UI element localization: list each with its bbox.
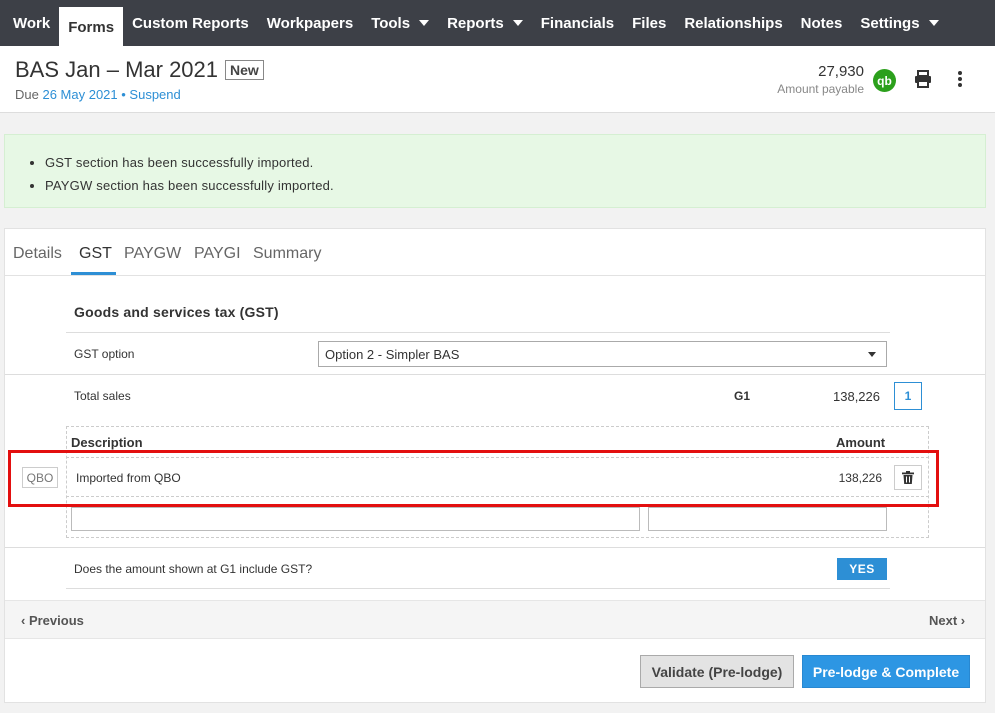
next-button[interactable]: Next › [929, 613, 965, 628]
divider [5, 547, 985, 548]
section-title: Goods and services tax (GST) [74, 304, 279, 320]
top-nav: Work Forms Custom Reports Workpapers Too… [0, 0, 995, 47]
nav-item-notes[interactable]: Notes [792, 0, 852, 46]
nav-item-workpapers[interactable]: Workpapers [258, 0, 362, 46]
suspend-link[interactable]: Suspend [129, 87, 180, 102]
alert-message: PAYGW section has been successfully impo… [45, 174, 985, 197]
chevron-down-icon [928, 20, 939, 26]
new-amount-input[interactable] [648, 507, 887, 531]
due-prefix: Due [15, 87, 43, 102]
previous-button[interactable]: ‹ Previous [21, 613, 84, 628]
amount-payable: 27,930 Amount payable [777, 63, 864, 96]
chevron-right-icon: › [957, 613, 966, 628]
chevron-down-icon [868, 352, 876, 357]
g1-amount: 138,226 [833, 389, 880, 404]
divider [66, 588, 890, 589]
column-header-amount: Amount [836, 435, 886, 450]
new-description-input[interactable] [71, 507, 640, 531]
gst-option-value: Option 2 - Simpler BAS [325, 347, 460, 362]
page-title: BAS Jan – Mar 2021 [15, 57, 219, 82]
tab-paygi[interactable]: PAYGI [194, 245, 241, 263]
chevron-down-icon [419, 20, 430, 26]
due-row: Due 26 May 2021 • Suspend [15, 87, 181, 102]
highlight-outline [8, 450, 939, 507]
amount-value: 27,930 [818, 63, 864, 80]
status-badge: New [225, 60, 264, 80]
active-tab-indicator [71, 272, 116, 275]
tab-summary[interactable]: Summary [253, 245, 321, 263]
alert-message: GST section has been successfully import… [45, 151, 985, 174]
due-date-link[interactable]: 26 May 2021 [42, 87, 117, 102]
g1-code: G1 [734, 389, 751, 403]
nav-item-forms[interactable]: Forms [59, 7, 124, 47]
divider [5, 374, 985, 375]
title-row: BAS Jan – Mar 2021 New [15, 57, 264, 83]
tab-gst[interactable]: GST [79, 245, 112, 263]
g1-entries-count-button[interactable]: 1 [894, 382, 922, 410]
gst-included-toggle[interactable]: YES [837, 558, 887, 580]
due-separator: • [117, 87, 130, 102]
column-header-description: Description [71, 435, 143, 450]
more-options-icon[interactable] [950, 69, 970, 89]
pager: ‹ Previous Next › [5, 600, 985, 639]
print-icon[interactable] [913, 69, 933, 89]
nav-item-work[interactable]: Work [0, 0, 59, 46]
validate-prelodge-button[interactable]: Validate (Pre-lodge) [640, 655, 794, 688]
nav-item-settings[interactable]: Settings [851, 0, 947, 46]
gst-included-question: Does the amount shown at G1 include GST? [74, 562, 313, 576]
tab-details[interactable]: Details [13, 245, 62, 263]
success-alert: GST section has been successfully import… [4, 134, 986, 208]
prelodge-complete-button[interactable]: Pre-lodge & Complete [802, 655, 970, 688]
nav-item-reports[interactable]: Reports [438, 0, 532, 46]
tab-bar: Details GST PAYGW PAYGI Summary [5, 229, 985, 276]
chevron-left-icon: ‹ [21, 613, 29, 628]
nav-item-custom-reports[interactable]: Custom Reports [123, 0, 258, 46]
page-header: BAS Jan – Mar 2021 New Due 26 May 2021 •… [0, 46, 995, 113]
total-sales-label: Total sales [74, 389, 131, 403]
nav-item-relationships[interactable]: Relationships [675, 0, 791, 46]
gst-option-select[interactable]: Option 2 - Simpler BAS [318, 341, 887, 367]
nav-item-files[interactable]: Files [623, 0, 675, 46]
nav-item-tools[interactable]: Tools [362, 0, 438, 46]
chevron-down-icon [512, 20, 523, 26]
bas-form-card: Details GST PAYGW PAYGI Summary Goods an… [4, 228, 986, 703]
tab-paygw[interactable]: PAYGW [124, 245, 181, 263]
gst-option-label: GST option [74, 347, 135, 361]
amount-label: Amount payable [777, 82, 864, 96]
divider [66, 332, 890, 333]
nav-item-financials[interactable]: Financials [532, 0, 623, 46]
quickbooks-icon[interactable]: qb [873, 69, 896, 92]
